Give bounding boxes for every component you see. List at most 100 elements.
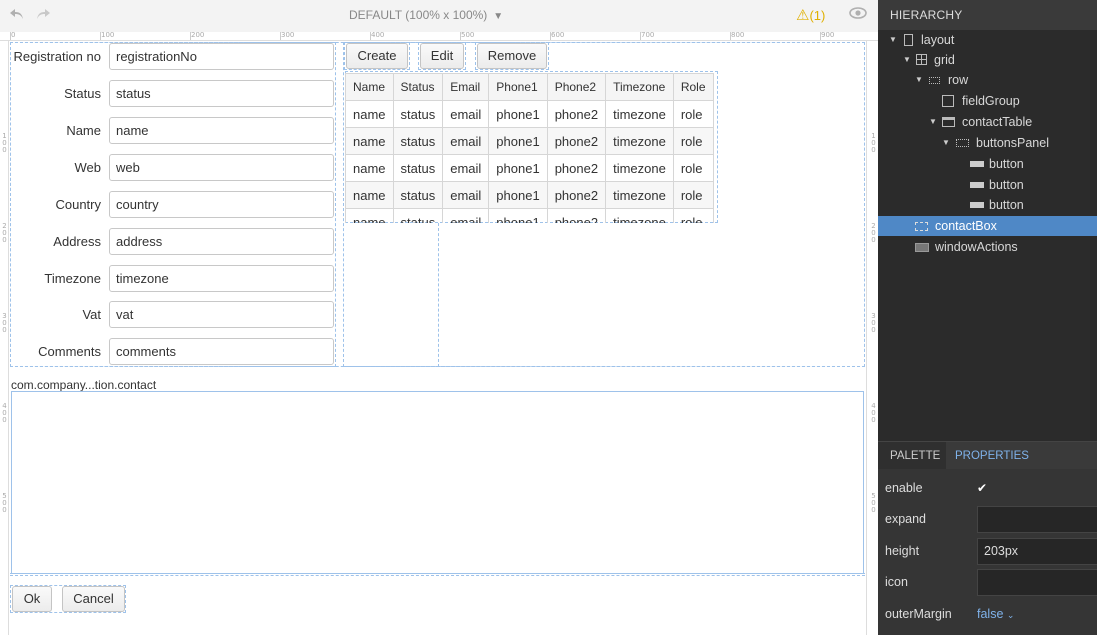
tree-item-label: contactTable [962, 115, 1033, 129]
column-header-phone1[interactable]: Phone1 [488, 73, 548, 101]
tree-item-label: button [989, 198, 1024, 212]
ok-button[interactable]: Ok [12, 586, 52, 612]
status-field[interactable]: status [109, 80, 334, 107]
table-cell: timezone [605, 208, 674, 223]
table-row[interactable]: name status email phone1 phone2 timezone… [345, 154, 714, 182]
chevron-down-icon[interactable]: ▼ [889, 30, 897, 50]
status-label: Status [64, 86, 101, 101]
screen-profile-selector[interactable]: DEFAULT (100% x 100%) ▼ [349, 8, 503, 22]
tree-item-label: button [989, 178, 1024, 192]
property-row-enable: enable ✔ [878, 473, 1097, 504]
tree-item-window-actions[interactable]: windowActions [878, 237, 1097, 257]
cancel-button[interactable]: Cancel [62, 586, 125, 612]
web-field[interactable]: web [109, 154, 334, 181]
contact-box-caption: com.company...tion.contact [11, 378, 157, 392]
tree-item-row[interactable]: ▼ row [878, 70, 1097, 90]
table-cell: timezone [605, 181, 674, 209]
table-cell: status [392, 127, 444, 155]
tree-item-buttons-panel[interactable]: ▼ buttonsPanel [878, 133, 1097, 153]
redo-icon[interactable] [34, 6, 52, 24]
ruler-label: 900 [821, 32, 835, 39]
tree-item-label: layout [921, 33, 955, 47]
vat-field[interactable]: vat [109, 301, 334, 328]
height-field[interactable]: 203px [977, 538, 1097, 565]
tree-item-button[interactable]: button [878, 195, 1097, 215]
tree-item-button[interactable]: button [878, 175, 1097, 195]
tree-item-grid[interactable]: ▼ grid [878, 50, 1097, 70]
table-cell: email [442, 100, 490, 128]
table-cell: status [392, 208, 444, 223]
form-row-web: Web web [9, 154, 339, 182]
registration-no-field[interactable]: registrationNo [109, 43, 334, 70]
property-row-icon: icon [878, 567, 1097, 598]
tab-properties[interactable]: PROPERTIES (groupBox) [946, 442, 1097, 490]
column-header-timezone[interactable]: Timezone [605, 73, 674, 101]
enable-checkbox[interactable]: ✔ [977, 481, 991, 495]
warnings-indicator[interactable]: ⚠(1) [796, 6, 825, 24]
property-label: enable [885, 481, 923, 495]
tree-item-field-group[interactable]: fieldGroup [878, 91, 1097, 111]
tree-item-contact-table[interactable]: ▼ contactTable [878, 112, 1097, 132]
contact-table-viewport[interactable]: Name Status Email Phone1 Phone2 Timezone… [345, 73, 718, 223]
column-header-email[interactable]: Email [442, 73, 490, 101]
tree-item-layout[interactable]: ▼ layout [878, 30, 1097, 50]
preview-eye-icon[interactable] [849, 6, 867, 20]
contact-box[interactable] [11, 391, 864, 574]
chevron-down-icon[interactable]: ▼ [915, 70, 923, 90]
table-row[interactable]: name status email phone1 phone2 timezone… [345, 208, 714, 223]
column-header-role[interactable]: Role [672, 73, 714, 101]
layout-canvas[interactable]: Registration no registrationNo Status st… [9, 41, 866, 635]
ruler-label: 500 [461, 32, 475, 39]
group-box-icon [915, 222, 928, 231]
outer-margin-select[interactable]: false ⌄ [977, 607, 1014, 621]
tree-item-button[interactable]: button [878, 154, 1097, 174]
chevron-down-icon[interactable]: ▼ [929, 112, 937, 132]
button-icon [970, 182, 984, 188]
table-cell: status [392, 154, 444, 182]
ruler-label: 800 [731, 32, 745, 39]
edit-button[interactable]: Edit [420, 43, 464, 69]
field-group-icon [942, 95, 954, 107]
column-divider [438, 223, 439, 367]
table-cell: timezone [605, 127, 674, 155]
table-cell: name [345, 154, 394, 182]
table-icon [942, 117, 955, 127]
icon-field[interactable] [977, 569, 1097, 596]
table-row[interactable]: name status email phone1 phone2 timezone… [345, 100, 714, 128]
table-cell: email [442, 127, 490, 155]
column-header-name[interactable]: Name [345, 73, 394, 101]
expand-field[interactable] [977, 506, 1097, 533]
country-field[interactable]: country [109, 191, 334, 218]
chevron-down-icon[interactable]: ▼ [942, 133, 950, 153]
name-field[interactable]: name [109, 117, 334, 144]
tree-item-label: button [989, 157, 1024, 171]
table-row[interactable]: name status email phone1 phone2 timezone… [345, 181, 714, 209]
warning-icon: ⚠ [796, 7, 810, 24]
chevron-down-icon: ▼ [493, 11, 504, 22]
ruler-label: 600 [551, 32, 565, 39]
table-cell: role [672, 100, 714, 128]
ruler-left: 1 0 0 2 0 0 3 0 0 4 0 0 5 0 0 [0, 41, 9, 635]
table-cell: phone2 [546, 181, 607, 209]
table-cell: role [672, 127, 714, 155]
form-row-country: Country country [9, 191, 339, 219]
vat-label: Vat [82, 307, 101, 322]
frame-icon [915, 243, 929, 252]
form-row-name: Name name [9, 117, 339, 145]
remove-button[interactable]: Remove [477, 43, 547, 69]
create-button[interactable]: Create [346, 43, 408, 69]
ruler-label: 200 [191, 32, 205, 39]
table-cell: phone1 [488, 100, 548, 128]
column-header-phone2[interactable]: Phone2 [546, 73, 607, 101]
undo-icon[interactable] [8, 6, 26, 24]
ruler-label: 0 [11, 32, 16, 39]
column-header-status[interactable]: Status [392, 73, 444, 101]
address-field[interactable]: address [109, 228, 334, 255]
chevron-down-icon[interactable]: ▼ [903, 50, 911, 70]
comments-field[interactable]: comments [109, 338, 334, 365]
table-row[interactable]: name status email phone1 phone2 timezone… [345, 127, 714, 155]
timezone-field[interactable]: timezone [109, 265, 334, 292]
tab-palette[interactable]: PALETTE [881, 442, 949, 470]
property-label: expand [885, 512, 927, 526]
tree-item-contact-box[interactable]: contactBox [878, 216, 1097, 236]
